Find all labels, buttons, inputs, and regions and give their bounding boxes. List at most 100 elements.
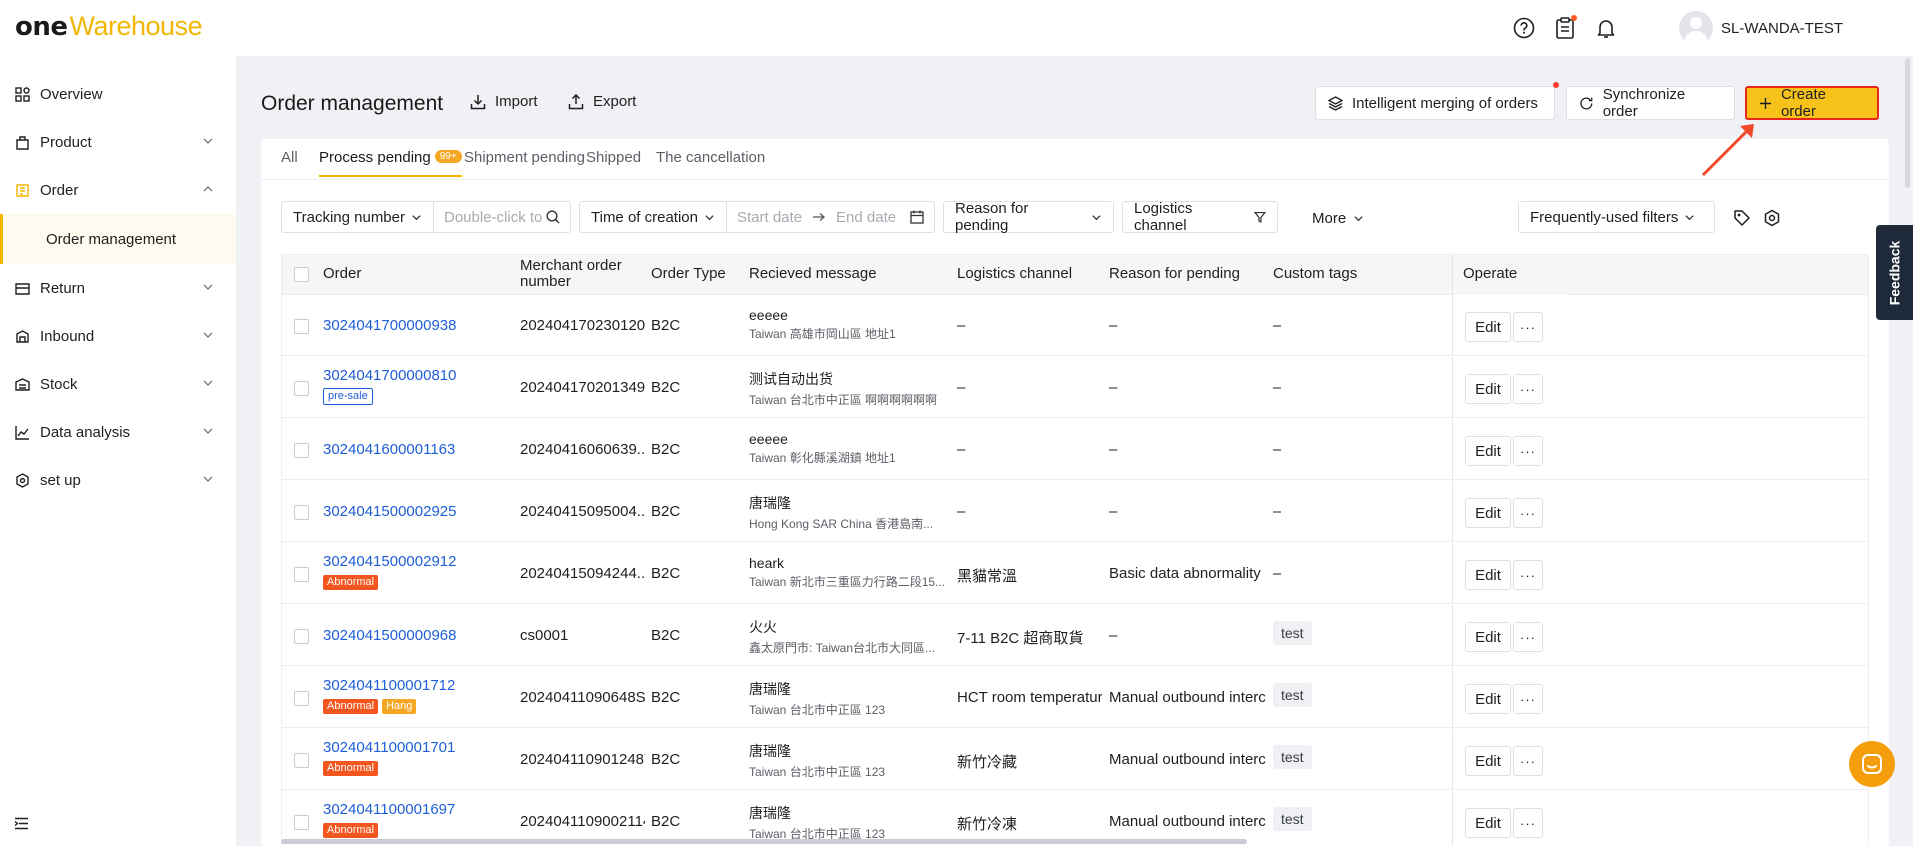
sidebar-item-data-analysis[interactable]: Data analysis	[0, 408, 236, 456]
tab-shipped[interactable]: Shipped	[586, 149, 641, 166]
bell-icon[interactable]	[1594, 16, 1618, 40]
col-order: Order	[323, 265, 362, 282]
col-operate-cell: Operate	[1452, 255, 1570, 295]
order-link[interactable]: 3024041500002925	[323, 503, 456, 520]
create-order-button[interactable]: Create order	[1745, 86, 1879, 120]
time-select[interactable]: Time of creation	[580, 202, 726, 232]
more-actions-button[interactable]: ···	[1513, 560, 1543, 590]
order-link[interactable]: 3024041100001712	[323, 677, 455, 694]
edit-button[interactable]: Edit	[1465, 560, 1511, 590]
horizontal-scrollbar[interactable]	[281, 839, 1247, 844]
collapse-menu-icon[interactable]	[14, 817, 29, 834]
order-link[interactable]: 3024041100001701	[323, 739, 455, 756]
more-actions-button[interactable]: ···	[1513, 436, 1543, 466]
table-row: 3024041500002925 20240415095004... B2C 唐瑞隆 H…	[282, 481, 1868, 542]
tab-all[interactable]: All	[281, 149, 298, 166]
edit-button[interactable]: Edit	[1465, 622, 1511, 652]
sidebar-item-product[interactable]: Product	[0, 118, 236, 166]
brand-logo[interactable]: one Warehouse	[15, 11, 203, 42]
row-checkbox[interactable]	[294, 505, 309, 520]
custom-tag-empty: –	[1273, 379, 1282, 396]
custom-tag[interactable]: test	[1273, 807, 1312, 831]
end-date-input[interactable]: End date	[836, 209, 896, 226]
tracking-select[interactable]: Tracking number	[282, 202, 433, 232]
row-checkbox[interactable]	[294, 753, 309, 768]
pending-reason: –	[1109, 441, 1118, 458]
settings-icon[interactable]	[1763, 209, 1781, 227]
more-actions-button[interactable]: ···	[1513, 808, 1543, 838]
top-icons: SL-WANDA-TEST	[1512, 0, 1843, 56]
edit-button[interactable]: Edit	[1465, 312, 1511, 342]
custom-tag[interactable]: test	[1273, 683, 1312, 707]
more-actions-button[interactable]: ···	[1513, 746, 1543, 776]
row-checkbox[interactable]	[294, 691, 309, 706]
row-checkbox[interactable]	[294, 567, 309, 582]
custom-tags-cell: test	[1273, 621, 1312, 645]
recipient-name: 唐瑞隆	[749, 495, 791, 511]
edit-button[interactable]: Edit	[1465, 684, 1511, 714]
sidebar-item-overview[interactable]: Overview	[0, 70, 236, 118]
tracking-search-input[interactable]: Double-click to perf...	[434, 209, 546, 226]
logistics-filter[interactable]: Logistics channel	[1122, 200, 1278, 234]
sidebar-item-inbound[interactable]: Inbound	[0, 312, 236, 360]
pending-reason: Basic data abnormality	[1109, 565, 1261, 582]
more-actions-button[interactable]: ···	[1513, 622, 1543, 652]
import-button[interactable]: Import	[470, 93, 538, 110]
reason-filter[interactable]: Reason for pending	[943, 200, 1114, 234]
custom-tag[interactable]: test	[1273, 745, 1312, 769]
search-icon[interactable]	[546, 210, 560, 224]
tab-shipment-pending[interactable]: Shipment pending	[464, 149, 585, 166]
more-actions-button[interactable]: ···	[1513, 374, 1543, 404]
frequent-filters-select[interactable]: Frequently-used filters	[1518, 201, 1715, 233]
chat-button[interactable]	[1849, 741, 1895, 787]
row-checkbox[interactable]	[294, 381, 309, 396]
export-button[interactable]: Export	[568, 93, 636, 110]
tab-process-pending[interactable]: Process pending 99+	[319, 149, 462, 177]
order-link[interactable]: 3024041100001697	[323, 801, 455, 818]
recipient-address: Taiwan 高雄市岡山區 地址1	[749, 327, 896, 341]
order-link[interactable]: 3024041600001163	[323, 441, 455, 458]
select-all-checkbox[interactable]	[294, 267, 309, 282]
sidebar-item-stock[interactable]: Stock	[0, 360, 236, 408]
custom-tags-cell: –	[1273, 441, 1281, 458]
sidebar-item-label: set up	[40, 471, 81, 489]
custom-tag[interactable]: test	[1273, 621, 1312, 645]
edit-button[interactable]: Edit	[1465, 498, 1511, 528]
order-link[interactable]: 3024041700000938	[323, 317, 456, 334]
sidebar-item-setup[interactable]: set up	[0, 456, 236, 504]
user-menu[interactable]: SL-WANDA-TEST	[1679, 11, 1843, 45]
row-checkbox[interactable]	[294, 443, 309, 458]
order-link[interactable]: 3024041500000968	[323, 627, 456, 644]
more-filters-button[interactable]: More	[1312, 210, 1364, 227]
tag-icon[interactable]	[1733, 209, 1751, 227]
tab-cancellation[interactable]: The cancellation	[656, 149, 765, 166]
edit-button[interactable]: Edit	[1465, 808, 1511, 838]
sidebar-item-return[interactable]: Return	[0, 264, 236, 312]
more-actions-button[interactable]: ···	[1513, 312, 1543, 342]
edit-button[interactable]: Edit	[1465, 746, 1511, 776]
custom-tags-cell: test	[1273, 745, 1312, 769]
intelligent-merge-button[interactable]: Intelligent merging of orders	[1315, 82, 1559, 120]
edit-button[interactable]: Edit	[1465, 436, 1511, 466]
custom-tags-cell: test	[1273, 683, 1312, 707]
reason-filter-label: Reason for pending	[955, 200, 1029, 234]
feedback-tab[interactable]: Feedback	[1876, 225, 1913, 320]
more-actions-button[interactable]: ···	[1513, 498, 1543, 528]
operate-cell: Edit ···	[1452, 419, 1570, 479]
table-row: 3024041600001163 20240416060639... B2C eeee…	[282, 419, 1868, 480]
sidebar-item-order[interactable]: Order	[0, 166, 236, 214]
sidebar-item-order-management[interactable]: Order management	[0, 214, 236, 264]
more-actions-button[interactable]: ···	[1513, 684, 1543, 714]
row-checkbox[interactable]	[294, 629, 309, 644]
row-checkbox[interactable]	[294, 815, 309, 830]
order-link[interactable]: 3024041700000810	[323, 367, 456, 384]
calendar-icon[interactable]	[910, 210, 924, 224]
synchronize-order-button[interactable]: Synchronize order	[1566, 86, 1735, 120]
row-checkbox[interactable]	[294, 319, 309, 334]
order-link[interactable]: 3024041500002912	[323, 553, 456, 570]
edit-button[interactable]: Edit	[1465, 374, 1511, 404]
clipboard-icon[interactable]	[1553, 15, 1578, 40]
start-date-input[interactable]: Start date	[727, 209, 802, 226]
vertical-scrollbar[interactable]	[1905, 58, 1910, 188]
help-icon[interactable]	[1512, 16, 1536, 40]
